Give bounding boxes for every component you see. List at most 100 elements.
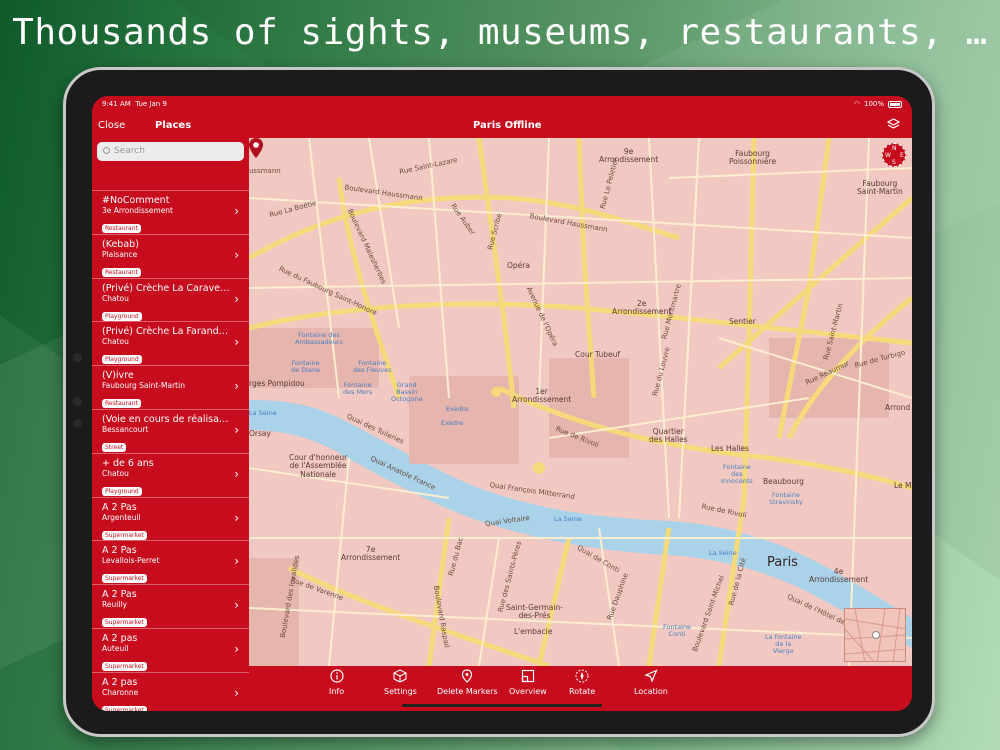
list-item[interactable]: A 2 pas Charonne Supermarket ›: [92, 671, 249, 711]
navigation-bar: Close Places Paris Offline: [92, 114, 912, 138]
list-item[interactable]: #NoComment 3e Arrondissement Restaurant ›: [92, 190, 249, 234]
place-location: Levallois-Perret: [102, 556, 160, 566]
category-badge: Street: [102, 442, 127, 452]
chevron-right-icon: ›: [234, 510, 239, 525]
toolbar-label: Settings: [384, 687, 417, 696]
layers-icon[interactable]: [886, 118, 901, 133]
map-label: Cour Tubeuf: [575, 350, 621, 359]
map-label: Paris: [767, 555, 798, 570]
map-label: Cour d'honneur de l'Assemblée Nationale: [289, 453, 348, 479]
map-label: Arrond: [885, 403, 911, 412]
category-badge: Supermarket: [102, 661, 147, 671]
place-name: A 2 Pas: [102, 545, 137, 557]
place-name: #NoComment: [102, 195, 170, 206]
ipad-frame: 9:41 AM Tue Jan 9 ◠ 100% Close Places Pa…: [63, 67, 935, 737]
places-heading: Places: [155, 120, 192, 131]
close-button[interactable]: Close: [98, 120, 125, 131]
places-list: #NoComment 3e Arrondissement Restaurant › (K…: [92, 190, 249, 711]
compass-icon[interactable]: N S W E: [882, 143, 906, 167]
list-item[interactable]: (Kebab) Plaisance Restaurant ›: [92, 233, 249, 278]
map-label: Fontaine des Mers: [343, 381, 373, 397]
list-item[interactable]: (V)ivre Faubourg Saint-Martin Restaurant ›: [92, 365, 249, 409]
place-location: Chatou: [102, 293, 129, 303]
minimap[interactable]: [844, 608, 906, 662]
list-item[interactable]: (Privé) Crèche La Farand… Chatou Playgroun…: [92, 321, 249, 365]
category-badge: Playground: [102, 355, 142, 365]
list-item[interactable]: A 2 Pas Levallois-Perret Supermarket ›: [92, 540, 249, 584]
map-label: Orsay: [249, 429, 271, 438]
place-name: A 2 Pas: [102, 589, 137, 601]
toolbar-overview-button[interactable]: Overview: [509, 669, 547, 696]
place-location: Bessancourt: [102, 424, 149, 434]
map-title: Paris Offline: [473, 120, 542, 131]
list-item[interactable]: A 2 Pas Argenteuil Supermarket ›: [92, 496, 249, 541]
place-location: Reuilly: [102, 600, 127, 610]
map-label: 1er Arrondissement: [512, 387, 572, 405]
camera-dot: [73, 353, 82, 362]
promo-headline: Thousands of sights, museums, restaurant…: [12, 12, 988, 53]
map-label: Exèdre: [441, 419, 464, 427]
list-item[interactable]: (Voie en cours de réalisati… Bessancourt S…: [92, 408, 249, 453]
category-badge: Restaurant: [102, 224, 141, 233]
battery-percent: 100%: [863, 100, 884, 108]
category-badge: Supermarket: [102, 530, 147, 540]
place-location: Faubourg Saint-Martin: [102, 381, 185, 391]
map-view[interactable]: 9e Arrondissement Faubourg Poissonnière Fa…: [249, 138, 912, 666]
map-label: Quartier des Halles: [649, 427, 688, 445]
location-pin-icon[interactable]: [249, 138, 263, 158]
map-label: Fontaine de Diane: [291, 359, 321, 375]
toolbar-settings-button[interactable]: Settings: [384, 669, 417, 696]
minimap-position-dot: [872, 631, 880, 639]
map-label: 4e Arrondissement: [809, 567, 869, 585]
map-label: Beaubourg: [763, 477, 804, 486]
place-name: A 2 Pas: [102, 501, 137, 513]
toolbar-location-button[interactable]: Location: [634, 669, 668, 696]
place-location: Charonne: [102, 687, 139, 697]
toolbar-delete-markers-button[interactable]: Delete Markers: [437, 669, 498, 696]
map-label: La Seine: [709, 549, 737, 557]
map-label: Fontaine Stravinsky: [769, 491, 803, 507]
wifi-icon: ◠: [853, 100, 860, 108]
search-input[interactable]: Search: [97, 142, 244, 161]
category-badge: Supermarket: [102, 574, 147, 584]
map-label: Fontaine des Ambassadeurs: [295, 331, 343, 347]
map-label: L'embacie: [514, 627, 553, 636]
map-label: Grand Bassin Octogone: [391, 381, 423, 404]
place-name: (Privé) Crèche La Caravelle: [102, 282, 230, 294]
category-badge: Supermarket: [102, 618, 147, 628]
list-item[interactable]: + de 6 ans Chatou Playground ›: [92, 452, 249, 497]
category-badge: Restaurant: [102, 267, 141, 277]
place-location: Plaisance: [102, 249, 138, 259]
search-placeholder: Search: [114, 146, 145, 156]
status-time: 9:41 AM Tue Jan 9: [102, 100, 167, 108]
map-label: Fontaine Conti: [663, 623, 692, 639]
map-label: Faubourg Poissonnière: [729, 149, 777, 167]
chevron-right-icon: ›: [234, 685, 239, 700]
toolbar-label: Overview: [509, 687, 547, 696]
place-name: (Privé) Crèche La Farand…: [102, 326, 229, 338]
roundabout: [491, 387, 501, 397]
category-badge: Restaurant: [102, 399, 141, 409]
list-item[interactable]: A 2 pas Auteuil Supermarket ›: [92, 627, 249, 672]
category-badge: Playground: [102, 486, 142, 496]
toolbar-info-button[interactable]: Info: [329, 669, 344, 696]
list-item[interactable]: A 2 Pas Reuilly Supermarket ›: [92, 584, 249, 628]
chevron-right-icon: ›: [234, 466, 239, 481]
toolbar-label: Rotate: [569, 687, 596, 696]
toolbar-label: Delete Markers: [437, 687, 498, 696]
list-item[interactable]: (Privé) Crèche La Caravelle Chatou Playgro…: [92, 277, 249, 322]
map-label: La fontaine de la Vierge: [765, 633, 802, 656]
map-label: Saint-Germain-des-Prés: [506, 603, 563, 621]
toolbar-label: Location: [634, 687, 668, 696]
cube-icon: [384, 669, 417, 687]
place-location: Auteuil: [102, 643, 129, 653]
map-label: La Seine: [554, 515, 582, 523]
map-label: Faubourg Saint-Martin: [857, 179, 903, 197]
map-label: Le M: [894, 481, 912, 490]
map-label: Exèdre: [446, 405, 469, 413]
toolbar-rotate-button[interactable]: Rotate: [569, 669, 595, 696]
chevron-right-icon: ›: [234, 641, 239, 656]
place-location: 3e Arrondissement: [102, 206, 174, 215]
places-sidebar: Search #NoComment 3e Arrondissement Restau…: [92, 138, 249, 711]
road-label: ussmann: [249, 167, 281, 175]
